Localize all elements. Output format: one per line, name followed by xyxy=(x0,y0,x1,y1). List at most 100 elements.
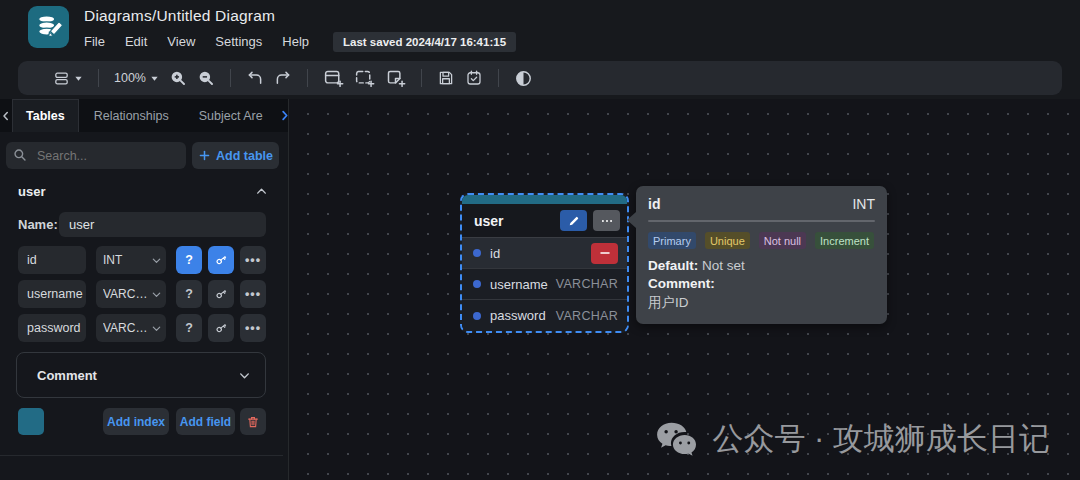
field-row-password: VARCHAR ? ••• xyxy=(0,314,288,342)
table-node-header[interactable]: user xyxy=(462,204,627,238)
table-accordion-header[interactable]: user xyxy=(0,180,288,202)
key-icon xyxy=(211,318,231,338)
field-type-select[interactable]: VARCHAR xyxy=(96,280,166,308)
contrast-icon xyxy=(514,69,533,88)
add-index-button[interactable]: Add index xyxy=(103,408,169,435)
menu-file[interactable]: File xyxy=(84,34,105,49)
nullable-toggle[interactable]: ? xyxy=(176,280,202,308)
table-node-user[interactable]: user id username VARCHAR xyxy=(460,193,629,333)
minus-icon xyxy=(599,247,611,259)
nullable-toggle[interactable]: ? xyxy=(176,246,202,274)
add-note-tool-button[interactable] xyxy=(380,64,411,92)
todo-button[interactable] xyxy=(460,64,488,92)
pencil-icon xyxy=(568,215,580,227)
rows-icon xyxy=(53,70,70,87)
undo-icon xyxy=(246,69,264,87)
toolbar-divider xyxy=(230,69,231,87)
field-more-button[interactable]: ••• xyxy=(240,280,266,308)
toolbar-divider xyxy=(498,69,499,87)
edit-table-button[interactable] xyxy=(560,210,587,231)
field-type-select[interactable]: INT xyxy=(96,246,166,274)
trash-icon xyxy=(246,415,260,429)
menu-edit[interactable]: Edit xyxy=(125,34,147,49)
delete-field-button[interactable] xyxy=(591,243,618,264)
badge-unique: Unique xyxy=(705,232,750,249)
chevron-down-icon xyxy=(151,255,162,266)
chevron-left-icon xyxy=(0,110,12,122)
field-row-id: INT ? ••• xyxy=(0,246,288,274)
key-icon xyxy=(211,284,231,304)
wechat-icon xyxy=(655,420,699,458)
toolbar: 100% xyxy=(18,61,1062,95)
nullable-toggle[interactable]: ? xyxy=(176,314,202,342)
add-note-icon xyxy=(385,68,406,89)
add-table-button[interactable]: Add table xyxy=(192,142,279,169)
primary-key-toggle[interactable] xyxy=(208,280,234,308)
field-dot xyxy=(473,249,481,257)
add-table-tool-button[interactable] xyxy=(318,64,349,92)
comment-label: Comment xyxy=(37,368,97,383)
toolbar-divider xyxy=(98,69,99,87)
save-button[interactable] xyxy=(432,64,460,92)
primary-key-toggle[interactable] xyxy=(208,246,234,274)
theme-toggle-button[interactable] xyxy=(509,64,538,92)
view-mode-button[interactable] xyxy=(48,64,88,92)
field-type: VARCHAR xyxy=(556,309,618,323)
table-field-row-id[interactable]: id xyxy=(462,238,627,269)
zoom-out-icon xyxy=(197,69,215,87)
tabs-scroll-left-button[interactable] xyxy=(0,99,12,132)
sidebar-tabbar: Tables Relationships Subject Are xyxy=(0,99,288,132)
menu-help[interactable]: Help xyxy=(282,34,309,49)
table-more-button[interactable] xyxy=(593,210,620,231)
add-area-icon xyxy=(354,68,375,89)
plus-icon xyxy=(198,149,211,162)
popover-comment-label: Comment: xyxy=(648,276,875,291)
table-name-input[interactable] xyxy=(59,212,266,237)
name-label: Name: xyxy=(18,217,58,232)
menu-settings[interactable]: Settings xyxy=(215,34,262,49)
redo-button[interactable] xyxy=(269,64,297,92)
delete-table-button[interactable] xyxy=(240,408,266,435)
diagram-canvas[interactable]: user id username VARCHAR xyxy=(289,99,1080,480)
popover-field-name: id xyxy=(648,196,660,212)
chevron-down-icon xyxy=(74,74,83,83)
table-color-swatch[interactable] xyxy=(18,408,44,435)
zoom-out-button[interactable] xyxy=(192,64,220,92)
field-details-popover: id INT Primary Unique Not null Increment… xyxy=(636,186,887,324)
zoom-level-button[interactable]: 100% xyxy=(109,64,164,92)
add-area-tool-button[interactable] xyxy=(349,64,380,92)
popover-field-type: INT xyxy=(852,196,875,212)
table-field-row-password[interactable]: password VARCHAR xyxy=(462,300,627,331)
tab-subject-areas[interactable]: Subject Are xyxy=(184,99,278,132)
badge-primary: Primary xyxy=(648,232,696,249)
chevron-down-icon xyxy=(151,289,162,300)
search-input[interactable] xyxy=(6,142,186,169)
table-field-row-username[interactable]: username VARCHAR xyxy=(462,269,627,300)
add-table-icon xyxy=(323,68,344,89)
key-icon xyxy=(211,250,231,270)
undo-button[interactable] xyxy=(241,64,269,92)
comment-section[interactable]: Comment xyxy=(16,352,266,398)
add-field-button[interactable]: Add field xyxy=(176,408,235,435)
redo-icon xyxy=(274,69,292,87)
field-name-input[interactable] xyxy=(18,246,86,274)
page-title: Diagrams/Untitled Diagram xyxy=(84,7,275,25)
menu-view[interactable]: View xyxy=(167,34,195,49)
zoom-in-button[interactable] xyxy=(164,64,192,92)
field-name-input[interactable] xyxy=(18,280,86,308)
field-more-button[interactable]: ••• xyxy=(240,246,266,274)
tab-tables[interactable]: Tables xyxy=(12,99,79,132)
sidebar-panel: Add table user Name: INT ? ••• VARCHAR ?… xyxy=(0,132,288,480)
field-dot xyxy=(473,280,481,288)
menubar: File Edit View Settings Help xyxy=(84,34,309,49)
tab-relationships[interactable]: Relationships xyxy=(79,99,184,132)
field-type-select[interactable]: VARCHAR xyxy=(96,314,166,342)
field-type: VARCHAR xyxy=(556,277,618,291)
primary-key-toggle[interactable] xyxy=(208,314,234,342)
chevron-down-icon xyxy=(150,74,159,83)
table-node-title: user xyxy=(474,213,504,229)
field-name-input[interactable] xyxy=(18,314,86,342)
chevron-down-icon xyxy=(238,369,251,382)
field-more-button[interactable]: ••• xyxy=(240,314,266,342)
field-row-username: VARCHAR ? ••• xyxy=(0,280,288,308)
